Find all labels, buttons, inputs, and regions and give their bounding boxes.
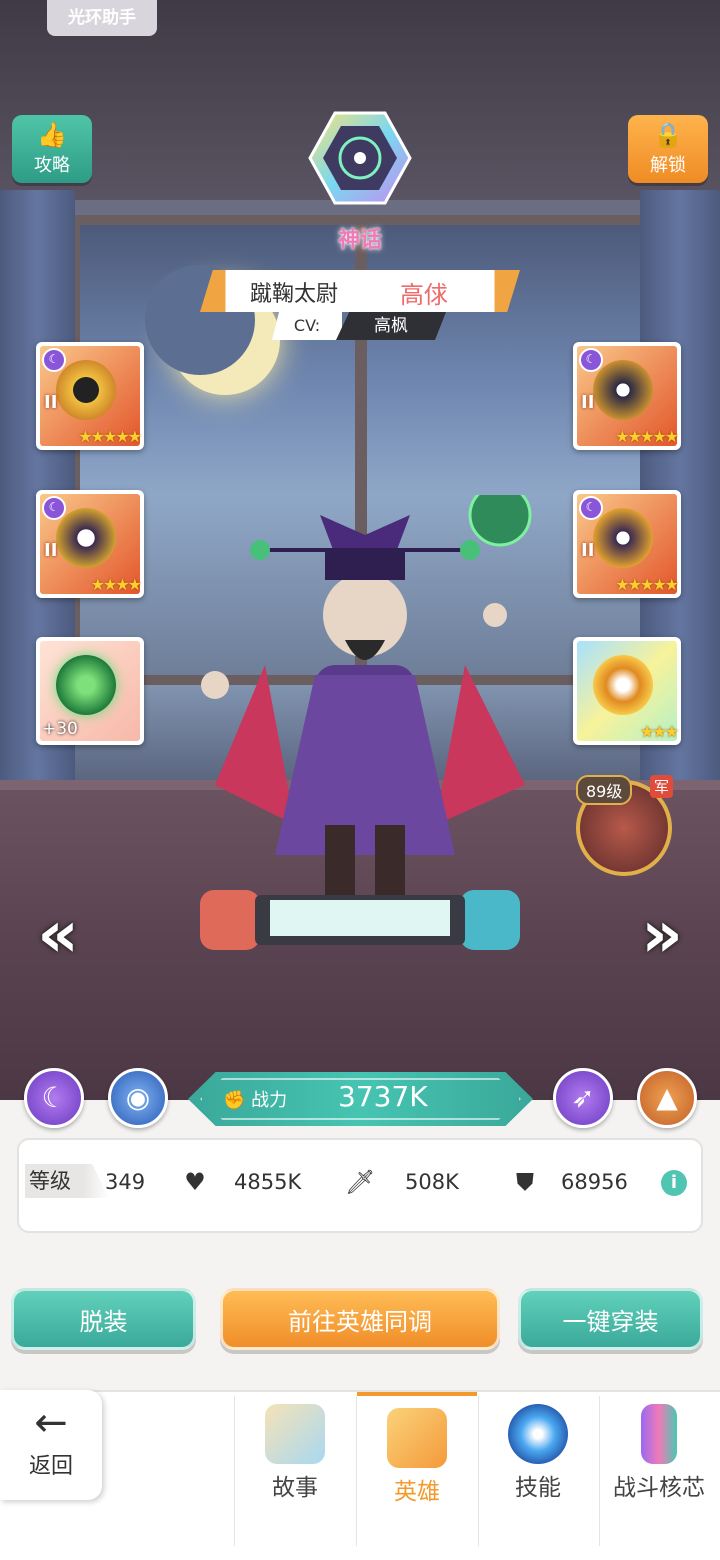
hero-name: 高俅 bbox=[400, 281, 448, 309]
power-label: ✊ 战力 bbox=[223, 1090, 288, 1111]
hero-portrait-icon bbox=[387, 1408, 447, 1468]
shield-icon: ⛊ bbox=[516, 1168, 534, 1196]
fist-icon: ✊ bbox=[223, 1090, 246, 1111]
unlock-button[interactable]: 🔒 解锁 bbox=[628, 115, 708, 183]
level-label: 等级 bbox=[25, 1164, 109, 1198]
vortex-icon bbox=[508, 1404, 568, 1464]
tab-story[interactable]: 故事 bbox=[235, 1392, 355, 1558]
equip-slot-right-3[interactable]: ★★★ bbox=[573, 637, 681, 745]
equip-slot-right-1[interactable]: ☾ II ★★★★★ bbox=[573, 342, 681, 450]
thumbs-up-icon: 👍 bbox=[37, 121, 67, 149]
hero-nameplate: 蹴鞠太尉 高俅 bbox=[200, 270, 520, 312]
defense-value: 68956 bbox=[561, 1170, 628, 1194]
star-rating: ★★★★★ bbox=[615, 575, 679, 594]
power-value: 3737K bbox=[338, 1080, 428, 1113]
enhance-level: +30 bbox=[42, 719, 78, 739]
info-icon[interactable]: i bbox=[661, 1170, 687, 1196]
hero-sync-button[interactable]: 前往英雄同调 bbox=[220, 1288, 500, 1350]
companion-level: 89级 bbox=[576, 775, 633, 805]
cv-name: 高枫 bbox=[336, 312, 446, 340]
star-rating: ★★★★★ bbox=[78, 427, 142, 446]
lock-icon: 🔒 bbox=[653, 121, 683, 149]
star-rating: ★★★ bbox=[639, 722, 679, 741]
rarity-emblem-icon[interactable] bbox=[305, 108, 415, 208]
level-value: 349 bbox=[105, 1170, 146, 1194]
star-rating: ★★★★ bbox=[90, 575, 142, 594]
faction-badge: 军 bbox=[650, 775, 674, 798]
voice-actor: CV: 高枫 bbox=[272, 312, 447, 340]
companion-avatar[interactable]: 89级 军 bbox=[572, 770, 682, 880]
guide-button[interactable]: 👍 攻略 bbox=[12, 115, 92, 183]
hero-character bbox=[201, 495, 532, 905]
back-button[interactable]: ← 返回 bbox=[0, 1390, 102, 1500]
equip-slot-left-3[interactable]: +30 bbox=[36, 637, 144, 745]
moon-badge-icon: ☾ bbox=[42, 496, 66, 520]
back-arrow-icon: ← bbox=[34, 1400, 68, 1446]
tab-combat-core[interactable]: 战斗核芯 bbox=[599, 1392, 719, 1558]
rarity-label: 神话 bbox=[337, 228, 382, 253]
magnifier-book-icon bbox=[265, 1404, 325, 1464]
mind-skill-icon[interactable]: ◉ bbox=[108, 1068, 168, 1128]
moon-badge-icon: ☾ bbox=[42, 348, 66, 372]
sword-icon: 🗡 bbox=[345, 1168, 376, 1196]
cv-label: CV: bbox=[272, 312, 342, 340]
stats-panel: 等级 349 ♥ 4855K 🗡 508K ⛊ 68956 i bbox=[17, 1138, 703, 1233]
moon-badge-icon: ☾ bbox=[579, 496, 603, 520]
heart-icon: ♥ bbox=[184, 1168, 206, 1196]
unequip-button[interactable]: 脱装 bbox=[11, 1288, 196, 1350]
hero-title: 蹴鞠太尉 bbox=[250, 282, 339, 307]
tab-skill[interactable]: 技能 bbox=[478, 1392, 598, 1558]
star-rating: ★★★★★ bbox=[615, 427, 679, 446]
equip-slot-right-2[interactable]: ☾ II ★★★★★ bbox=[573, 490, 681, 598]
moon-badge-icon: ☾ bbox=[579, 348, 603, 372]
helper-tag[interactable]: 光环助手 bbox=[47, 0, 157, 36]
attack-value: 508K bbox=[405, 1170, 459, 1194]
equip-all-button[interactable]: 一键穿装 bbox=[518, 1288, 703, 1350]
dna-icon bbox=[641, 1404, 677, 1464]
prev-hero-arrow-icon[interactable]: « bbox=[28, 895, 88, 975]
hp-value: 4855K bbox=[234, 1170, 302, 1194]
combat-power: ✊ 战力 3737K bbox=[188, 1072, 533, 1126]
bow-class-icon[interactable]: ➶ bbox=[553, 1068, 613, 1128]
fire-element-icon[interactable]: ▲ bbox=[637, 1068, 697, 1128]
game-console-platform bbox=[200, 890, 520, 950]
tab-hero[interactable]: 英雄 bbox=[357, 1392, 477, 1558]
moon-skill-icon[interactable]: ☾ bbox=[24, 1068, 84, 1128]
next-hero-arrow-icon[interactable]: » bbox=[632, 895, 692, 975]
equip-slot-left-1[interactable]: ☾ II ★★★★★ bbox=[36, 342, 144, 450]
equip-slot-left-2[interactable]: ☾ II ★★★★ bbox=[36, 490, 144, 598]
